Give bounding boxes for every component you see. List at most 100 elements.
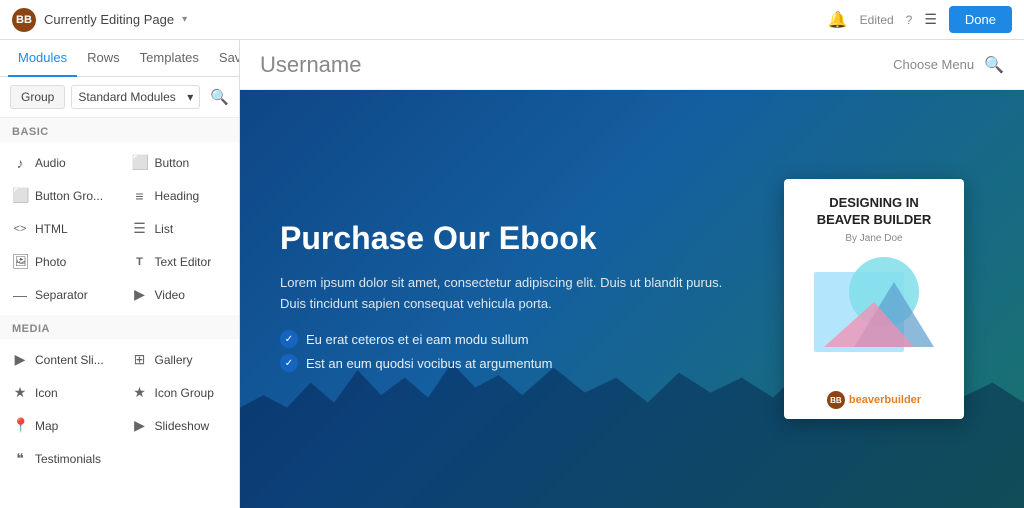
html-icon: <> <box>12 223 28 235</box>
hero-description: Lorem ipsum dolor sit amet, consectetur … <box>280 273 744 315</box>
dropdown-chevron-icon: ▾ <box>187 90 193 104</box>
tab-modules[interactable]: Modules <box>8 40 77 77</box>
module-separator[interactable]: — Separator <box>0 278 120 311</box>
module-button-group[interactable]: ⬜ Button Gro... <box>0 179 120 212</box>
button-group-icon: ⬜ <box>12 187 28 204</box>
content-slider-icon: ▶ <box>12 351 28 368</box>
module-testimonials-label: Testimonials <box>35 452 101 466</box>
title-chevron-icon[interactable]: ▾ <box>182 14 187 25</box>
section-basic-heading: Basic <box>0 118 239 142</box>
gallery-icon: ⊞ <box>132 351 148 368</box>
module-icon-group[interactable]: ★ Icon Group <box>120 376 240 409</box>
group-select-value: Standard Modules <box>78 90 175 104</box>
book-card: DESIGNING INBEAVER BUILDER By Jane Doe B… <box>784 179 964 419</box>
hero-title: Purchase Our Ebook <box>280 220 744 257</box>
slideshow-icon: ▶ <box>132 417 148 434</box>
sidebar: Modules Rows Templates Saved Group Stand… <box>0 40 240 508</box>
module-gallery-label: Gallery <box>155 353 193 367</box>
search-icon[interactable]: 🔍 <box>210 88 229 106</box>
module-button-group-label: Button Gro... <box>35 189 103 203</box>
list-icon[interactable]: ☰ <box>924 11 937 28</box>
canvas-search-icon[interactable]: 🔍 <box>984 55 1004 75</box>
help-icon[interactable]: ? <box>906 13 913 27</box>
module-heading[interactable]: ≡ Heading <box>120 179 240 212</box>
button-icon: ⬜ <box>132 154 148 171</box>
module-button[interactable]: ⬜ Button <box>120 146 240 179</box>
module-slideshow[interactable]: ▶ Slideshow <box>120 409 240 442</box>
group-button[interactable]: Group <box>10 85 65 109</box>
module-map[interactable]: 📍 Map <box>0 409 120 442</box>
top-bar-left: BB Currently Editing Page ▾ <box>12 8 187 32</box>
module-content-slider[interactable]: ▶ Content Sli... <box>0 343 120 376</box>
module-slideshow-label: Slideshow <box>155 419 210 433</box>
checklist-item-1: ✓ Eu erat ceteros et ei eam modu sullum <box>280 330 744 348</box>
book-shapes-graphic <box>804 252 944 372</box>
module-photo-label: Photo <box>35 255 66 269</box>
tab-saved[interactable]: Saved <box>209 40 240 77</box>
check-icon-2: ✓ <box>280 354 298 372</box>
main-layout: Modules Rows Templates Saved Group Stand… <box>0 40 1024 508</box>
canvas-header: Username Choose Menu 🔍 <box>240 40 1024 90</box>
section-media-heading: Media <box>0 315 239 339</box>
heading-icon: ≡ <box>132 188 148 204</box>
module-gallery[interactable]: ⊞ Gallery <box>120 343 240 376</box>
module-list[interactable]: ☰ List <box>120 212 240 245</box>
edited-status: Edited <box>860 13 894 27</box>
book-footer: BB beaverbuilder <box>827 391 921 409</box>
module-html-label: HTML <box>35 222 68 236</box>
module-html[interactable]: <> HTML <box>0 212 120 245</box>
check-icon-1: ✓ <box>280 330 298 348</box>
module-icon-group-label: Icon Group <box>155 386 214 400</box>
basic-modules-grid: ♪ Audio ⬜ Button ⬜ Button Gro... ≡ Headi… <box>0 142 239 315</box>
checklist-item-2: ✓ Est an eum quodsi vocibus at argumentu… <box>280 354 744 372</box>
hero-checklist: ✓ Eu erat ceteros et ei eam modu sullum … <box>280 330 744 372</box>
choose-menu-label[interactable]: Choose Menu <box>893 57 974 72</box>
media-modules-grid: ▶ Content Sli... ⊞ Gallery ★ Icon ★ Icon… <box>0 339 239 479</box>
tab-templates[interactable]: Templates <box>130 40 209 77</box>
module-map-label: Map <box>35 419 58 433</box>
map-icon: 📍 <box>12 417 28 434</box>
canvas-header-right: Choose Menu 🔍 <box>893 55 1004 75</box>
photo-icon: 🖼 <box>12 253 28 270</box>
module-content-slider-label: Content Sli... <box>35 353 104 367</box>
canvas-page-title: Username <box>260 52 361 78</box>
book-author: By Jane Doe <box>845 233 902 244</box>
book-title: DESIGNING INBEAVER BUILDER <box>817 195 932 229</box>
sidebar-tabs: Modules Rows Templates Saved <box>0 40 239 77</box>
module-heading-label: Heading <box>155 189 200 203</box>
beaver-logo-text: beaverbuilder <box>849 394 921 406</box>
separator-icon: — <box>12 287 28 303</box>
module-audio-label: Audio <box>35 156 66 170</box>
tab-rows[interactable]: Rows <box>77 40 130 77</box>
icon-group-icon: ★ <box>132 384 148 401</box>
module-text-editor[interactable]: T Text Editor <box>120 245 240 278</box>
audio-icon: ♪ <box>12 155 28 171</box>
group-select-dropdown[interactable]: Standard Modules ▾ <box>71 85 200 109</box>
bell-icon[interactable]: 🔔 <box>828 10 848 30</box>
page-title: Currently Editing Page <box>44 12 174 27</box>
module-icon[interactable]: ★ Icon <box>0 376 120 409</box>
top-bar: BB Currently Editing Page ▾ 🔔 Edited ? ☰… <box>0 0 1024 40</box>
module-video-label: Video <box>155 288 185 302</box>
module-list-label: List <box>155 222 174 236</box>
module-video[interactable]: ▶ Video <box>120 278 240 311</box>
module-audio[interactable]: ♪ Audio <box>0 146 120 179</box>
text-editor-icon: T <box>132 256 148 268</box>
module-separator-label: Separator <box>35 288 88 302</box>
list-icon: ☰ <box>132 220 148 237</box>
module-icon-label: Icon <box>35 386 58 400</box>
module-photo[interactable]: 🖼 Photo <box>0 245 120 278</box>
app-logo: BB <box>12 8 36 32</box>
icon-icon: ★ <box>12 384 28 401</box>
module-button-label: Button <box>155 156 190 170</box>
hero-content: Purchase Our Ebook Lorem ipsum dolor sit… <box>240 220 784 379</box>
canvas-area: Username Choose Menu 🔍 Purchase Our Eboo… <box>240 40 1024 508</box>
done-button[interactable]: Done <box>949 6 1012 33</box>
testimonials-icon: ❝ <box>12 450 28 467</box>
video-icon: ▶ <box>132 286 148 303</box>
beaver-logo-icon: BB <box>827 391 845 409</box>
module-testimonials[interactable]: ❝ Testimonials <box>0 442 120 475</box>
hero-section: Purchase Our Ebook Lorem ipsum dolor sit… <box>240 90 1024 508</box>
module-text-editor-label: Text Editor <box>155 255 212 269</box>
group-row: Group Standard Modules ▾ 🔍 <box>0 77 239 118</box>
